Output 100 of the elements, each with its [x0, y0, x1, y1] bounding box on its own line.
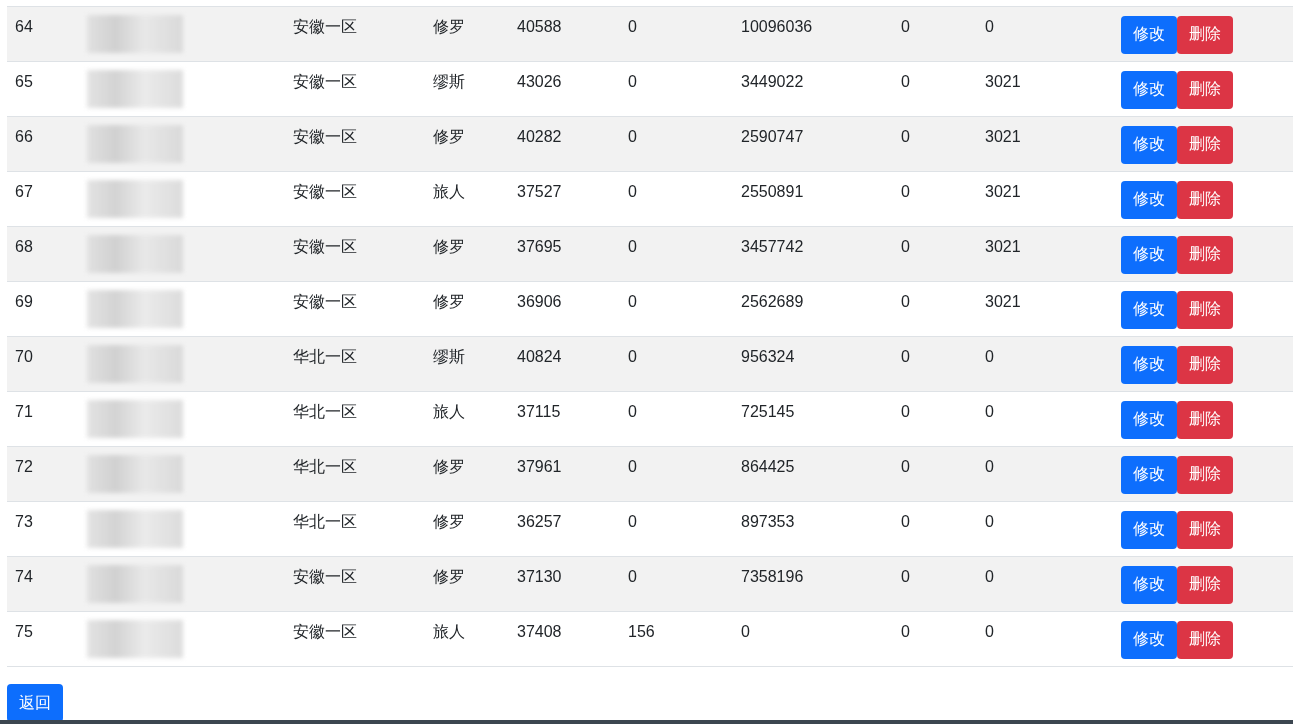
table-cell-text: 安徽一区: [292, 182, 357, 202]
table-cell-text: 安徽一区: [292, 567, 357, 587]
table-cell-text: 华北一区: [292, 457, 357, 477]
table-cell-text: 3021: [984, 182, 1021, 202]
table-cell-text: 华北一区: [292, 347, 357, 367]
table-cell-text: 74: [14, 567, 33, 587]
table-cell-text: 0: [984, 347, 994, 367]
edit-button[interactable]: 修改: [1121, 345, 1177, 384]
edit-button[interactable]: 修改: [1121, 15, 1177, 54]
table-cell-text: 725145: [740, 402, 795, 422]
table-cell-text: 0: [627, 182, 637, 202]
table-cell-text: 安徽一区: [292, 292, 357, 312]
delete-button[interactable]: 删除: [1177, 235, 1233, 274]
table-cell-text: 956324: [740, 347, 795, 367]
back-button[interactable]: 返回: [7, 684, 63, 722]
table-cell-text: 3449022: [740, 72, 804, 92]
table-cell-text: 0: [900, 512, 910, 532]
table-cell-text: 0: [900, 402, 910, 422]
table-cell-text: 3021: [984, 292, 1021, 312]
table-cell-text: 缪斯: [432, 347, 465, 367]
delete-button[interactable]: 删除: [1177, 345, 1233, 384]
table-cell-text: 3457742: [740, 237, 804, 257]
table-cell-text: 0: [627, 457, 637, 477]
table-cell-text: 0: [627, 292, 637, 312]
table-cell-text: 0: [627, 237, 637, 257]
table-cell-text: 72: [14, 457, 33, 477]
table-cell-text: 40588: [516, 17, 562, 37]
edit-button[interactable]: 修改: [1121, 565, 1177, 604]
table-cell-text: 0: [740, 622, 750, 642]
delete-button[interactable]: 删除: [1177, 510, 1233, 549]
table-cell-text: 0: [627, 402, 637, 422]
table-cell-text: 修罗: [432, 17, 465, 37]
edit-button[interactable]: 修改: [1121, 70, 1177, 109]
table-cell-text: 修罗: [432, 567, 465, 587]
table-cell-text: 3021: [984, 127, 1021, 147]
delete-button[interactable]: 删除: [1177, 15, 1233, 54]
table-cell-text: 10096036: [740, 17, 813, 37]
edit-button[interactable]: 修改: [1121, 400, 1177, 439]
table-cell-text: 修罗: [432, 237, 465, 257]
table-cell-text: 0: [900, 347, 910, 367]
edit-button[interactable]: 修改: [1121, 235, 1177, 274]
table-cell-text: 0: [900, 127, 910, 147]
table-cell-text: 0: [627, 567, 637, 587]
delete-button[interactable]: 删除: [1177, 620, 1233, 659]
table-cell-text: 修罗: [432, 512, 465, 532]
edit-button[interactable]: 修改: [1121, 290, 1177, 329]
edit-button[interactable]: 修改: [1121, 125, 1177, 164]
table-cell-text: 0: [900, 622, 910, 642]
table-cell-text: 0: [900, 567, 910, 587]
table-cell-text: 安徽一区: [292, 622, 357, 642]
table-cell-text: 0: [984, 512, 994, 532]
table-cell-text: 37695: [516, 237, 562, 257]
edit-button[interactable]: 修改: [1121, 620, 1177, 659]
table-cell-text: 旅人: [432, 182, 465, 202]
table-cell-text: 65: [14, 72, 33, 92]
table-cell-text: 0: [900, 182, 910, 202]
delete-button[interactable]: 删除: [1177, 180, 1233, 219]
table-cell-text: 修罗: [432, 292, 465, 312]
table-cell-text: 2562689: [740, 292, 804, 312]
table-cell-text: 69: [14, 292, 33, 312]
table-cell-text: 0: [984, 17, 994, 37]
edit-button[interactable]: 修改: [1121, 180, 1177, 219]
table-cell-text: 安徽一区: [292, 17, 357, 37]
table-cell-text: 70: [14, 347, 33, 367]
table-cell-text: 0: [900, 237, 910, 257]
table-cell-text: 75: [14, 622, 33, 642]
table-cell-text: 40824: [516, 347, 562, 367]
table-cell-text: 安徽一区: [292, 237, 357, 257]
table-cell-text: 37961: [516, 457, 562, 477]
delete-button[interactable]: 删除: [1177, 125, 1233, 164]
table-cell-text: 37408: [516, 622, 562, 642]
delete-button[interactable]: 删除: [1177, 455, 1233, 494]
table-cell-text: 67: [14, 182, 33, 202]
table-cell-text: 7358196: [740, 567, 804, 587]
delete-button[interactable]: 删除: [1177, 290, 1233, 329]
table-cell-text: 2590747: [740, 127, 804, 147]
table-cell-text: 156: [627, 622, 655, 642]
table-cell-text: 0: [984, 457, 994, 477]
table-cell-text: 0: [900, 292, 910, 312]
table-cell-text: 0: [900, 17, 910, 37]
delete-button[interactable]: 删除: [1177, 400, 1233, 439]
table-cell-text: 0: [627, 127, 637, 147]
delete-button[interactable]: 删除: [1177, 565, 1233, 604]
table-cell-text: 修罗: [432, 127, 465, 147]
table-cell-text: 36906: [516, 292, 562, 312]
edit-button[interactable]: 修改: [1121, 510, 1177, 549]
table-cell-text: 73: [14, 512, 33, 532]
table-cell-text: 3021: [984, 72, 1021, 92]
table-cell-text: 0: [900, 457, 910, 477]
delete-button[interactable]: 删除: [1177, 70, 1233, 109]
table-cell-text: 37115: [516, 402, 561, 422]
table-cell-text: 0: [984, 567, 994, 587]
table-cell-text: 66: [14, 127, 33, 147]
table-cell-text: 71: [14, 402, 33, 422]
table-cell-text: 0: [627, 347, 637, 367]
table-cell-text: 旅人: [432, 402, 465, 422]
table-cell-text: 0: [900, 72, 910, 92]
table-cell-text: 安徽一区: [292, 127, 357, 147]
edit-button[interactable]: 修改: [1121, 455, 1177, 494]
table-cell-text: 0: [984, 622, 994, 642]
